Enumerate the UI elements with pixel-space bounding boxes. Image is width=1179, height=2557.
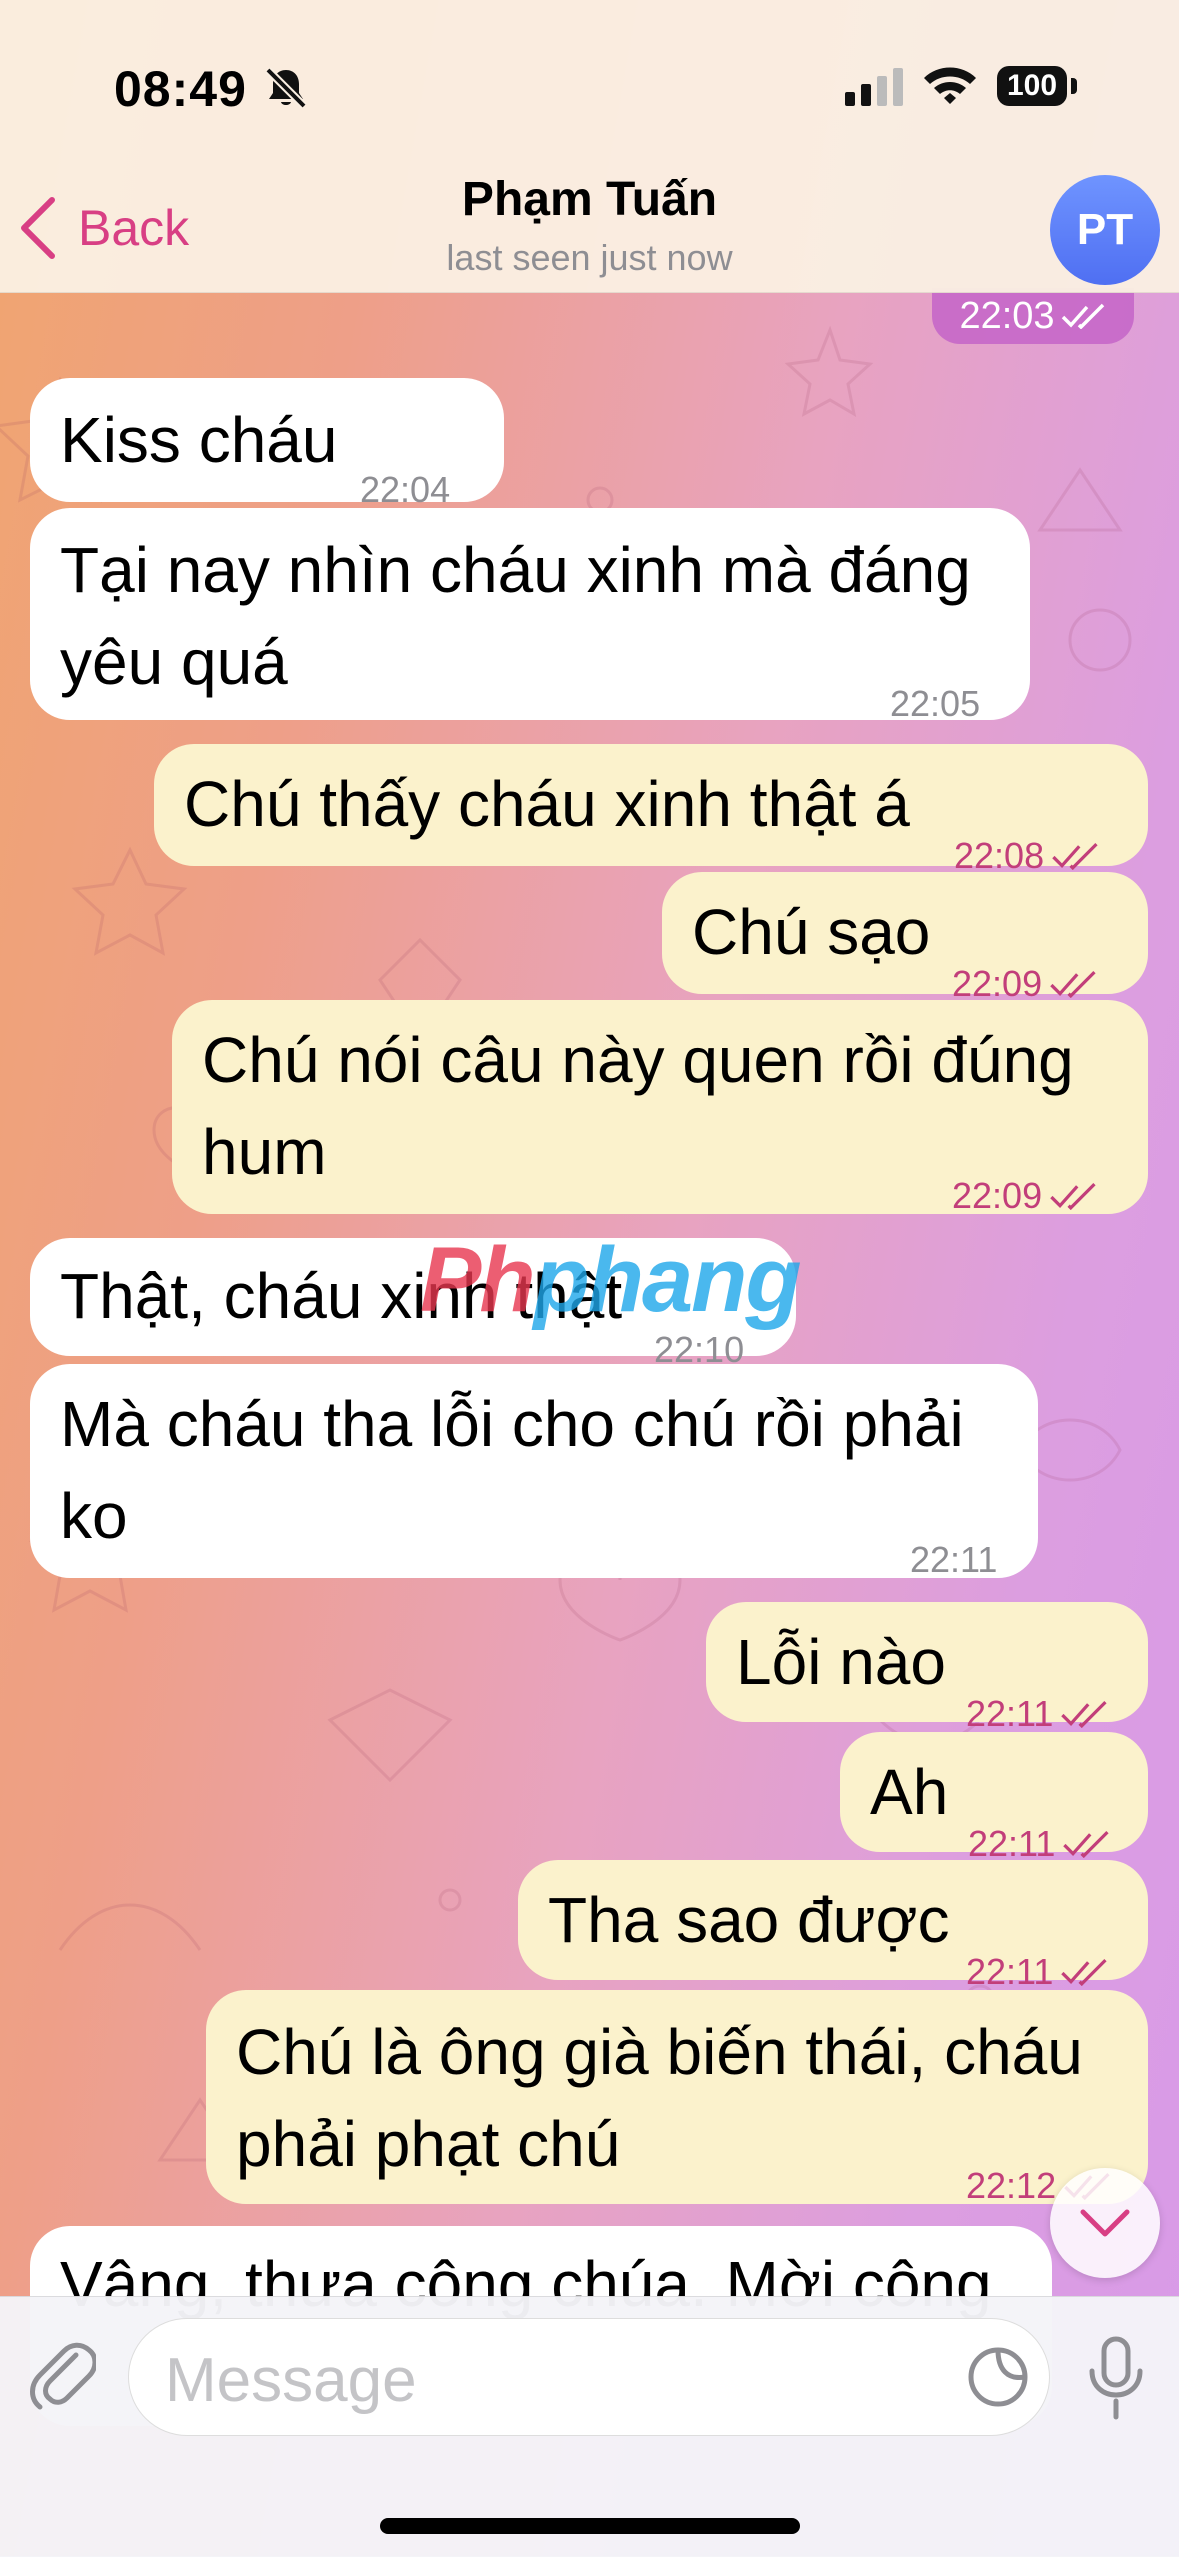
message-text: Mà cháu tha lỗi cho chú rồi phải ko [60, 1388, 964, 1552]
watermark-logo: Phphang [420, 1229, 802, 1331]
double-check-icon [1050, 971, 1096, 998]
outgoing-message[interactable]: Chú thấy cháu xinh thật á 22:08 [154, 744, 1148, 876]
outgoing-message[interactable]: Lỗi nào 22:11 [706, 1602, 1148, 1734]
bell-slash-icon [265, 67, 307, 109]
outgoing-message[interactable]: Chú sạo 22:09 [662, 872, 1148, 1004]
timestamp: 22:03 [959, 294, 1055, 337]
message-time-partial: 22:03 [932, 288, 1134, 344]
outgoing-message[interactable]: Chú là ông già biến thái, cháu phải phạt… [206, 1990, 1148, 2206]
status-time: 08:49 [114, 61, 247, 117]
message-placeholder: Message [165, 2346, 417, 2415]
double-check-icon [1061, 1701, 1108, 1728]
outgoing-message[interactable]: Chú nói câu này quen rồi đúng hum 22:09 [172, 1000, 1148, 1216]
message-time: 22:09 [952, 1150, 1100, 1242]
timestamp: 22:09 [952, 1175, 1043, 1216]
avatar[interactable]: PT [1050, 175, 1160, 285]
chevron-down-icon [1080, 2209, 1130, 2237]
message-time: 22:11 [910, 1514, 997, 1606]
message-time: 22:05 [890, 658, 980, 750]
incoming-message[interactable]: Tại nay nhìn cháu xinh mà đáng yêu quá 22… [30, 508, 1030, 724]
outgoing-message[interactable]: Ah 22:11 [840, 1732, 1148, 1864]
timestamp: 22:11 [910, 1539, 998, 1580]
double-check-icon [1061, 303, 1104, 329]
incoming-message[interactable]: Kiss cháu 22:04 [30, 378, 504, 510]
double-check-icon [1050, 1183, 1096, 1210]
microphone-icon[interactable] [1084, 2335, 1148, 2421]
sticker-icon[interactable] [966, 2345, 1030, 2409]
timestamp: 22:05 [890, 683, 981, 724]
double-check-icon [1063, 1831, 1110, 1858]
home-indicator [380, 2518, 800, 2534]
signal-icon [845, 68, 903, 106]
chat-title[interactable]: Phạm Tuấn [0, 172, 1179, 227]
battery-cap [1071, 78, 1077, 94]
message-text: Tại nay nhìn cháu xinh mà đáng yêu quá [60, 534, 971, 698]
chat-status: last seen just now [446, 237, 733, 278]
double-check-icon [1052, 843, 1098, 870]
scroll-to-bottom-button[interactable] [1050, 2168, 1160, 2278]
wifi-icon [924, 67, 976, 104]
battery-indicator: 100 [997, 66, 1067, 106]
navigation-header: 08:49 100 Back Phạm Tuấn last seen just … [0, 0, 1179, 293]
double-check-icon [1061, 1959, 1108, 1986]
timestamp: 22:12 [966, 2165, 1057, 2206]
paperclip-icon[interactable] [30, 2335, 96, 2415]
outgoing-message[interactable]: Tha sao được 22:11 [518, 1860, 1148, 1992]
incoming-message[interactable]: Mà cháu tha lỗi cho chú rồi phải ko 22:11 [30, 1364, 1038, 1580]
